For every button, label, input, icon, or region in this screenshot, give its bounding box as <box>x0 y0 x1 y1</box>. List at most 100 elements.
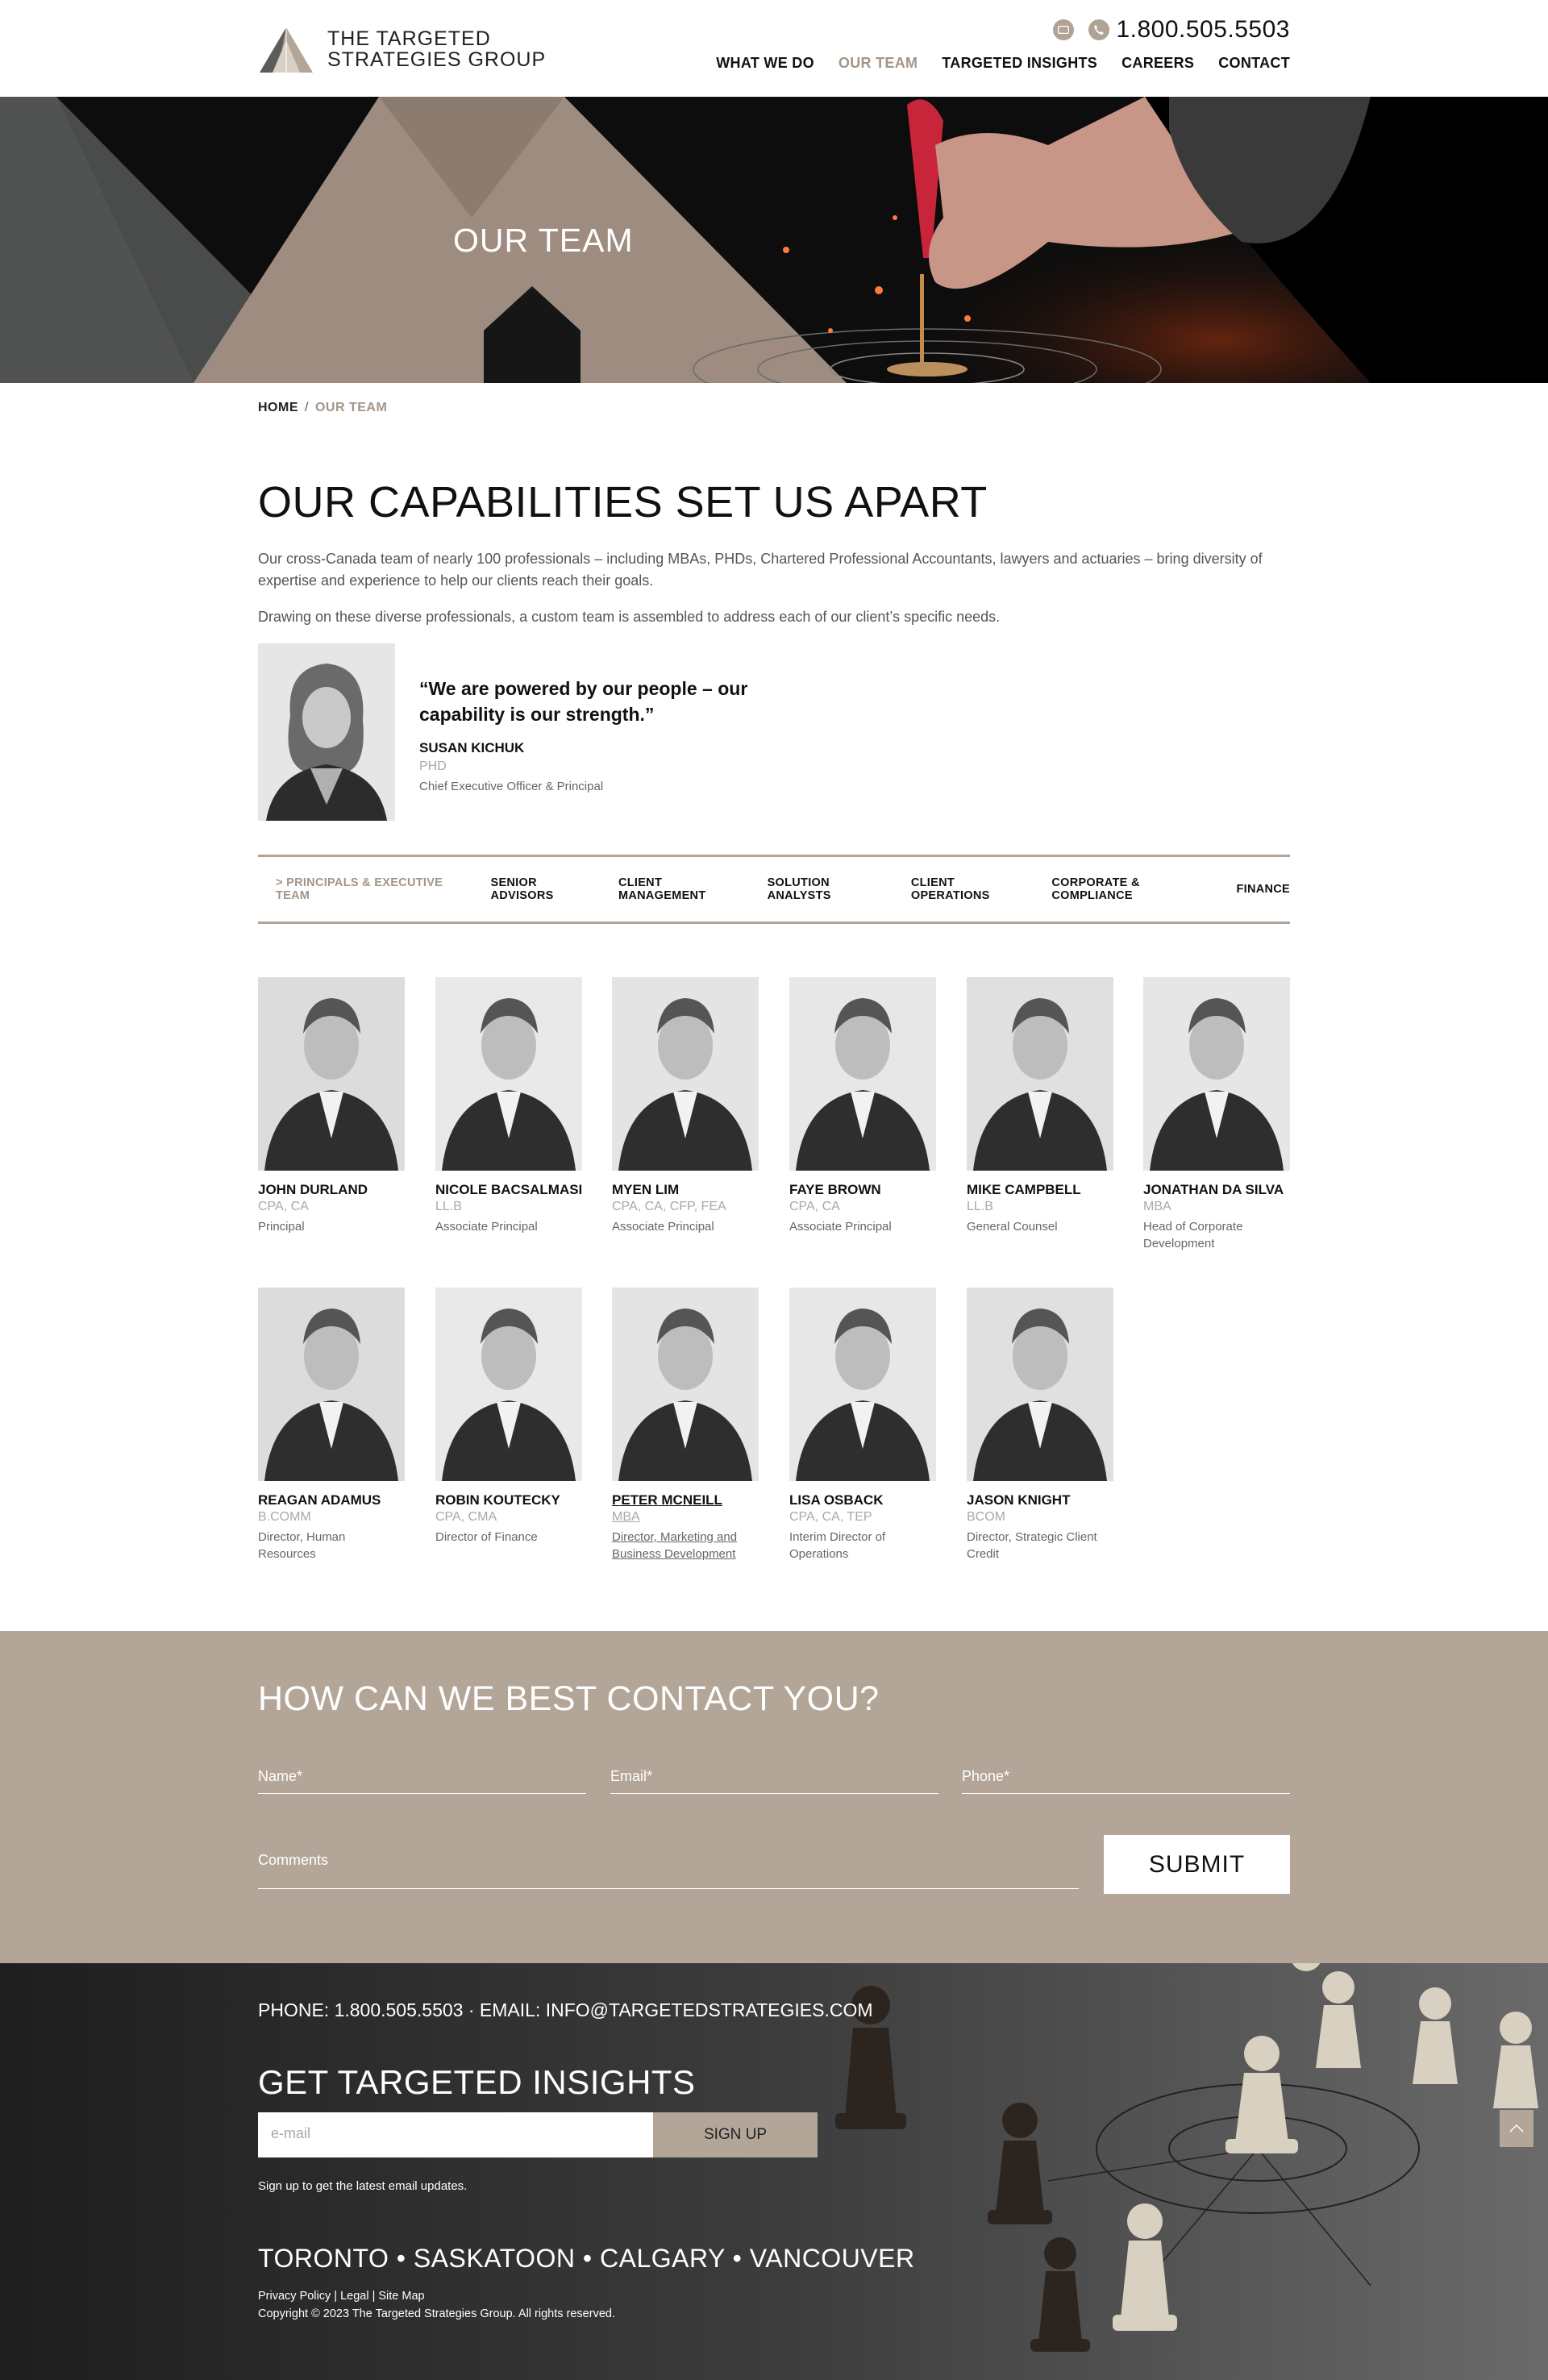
logo-wordmark: THE TARGETED STRATEGIES GROUP <box>327 28 546 70</box>
tab-principals-executive[interactable]: > PRINCIPALS & EXECUTIVE TEAM <box>276 876 468 902</box>
nav-what-we-do[interactable]: WHAT WE DO <box>716 55 814 72</box>
team-member-photo <box>789 1288 936 1481</box>
team-member-title: Principal <box>258 1220 305 1234</box>
nav-contact[interactable]: CONTACT <box>1218 55 1290 72</box>
ceo-name: SUSAN KICHUK <box>419 740 525 755</box>
logo[interactable]: THE TARGETED STRATEGIES GROUP <box>258 26 546 73</box>
site-footer: PHONE: 1.800.505.5503 · EMAIL: INFO@TARG… <box>0 1963 1548 2380</box>
team-member-credentials: CPA, CA <box>258 1200 309 1213</box>
team-member-title: Head of Corporate Development <box>1143 1220 1243 1250</box>
team-member-credentials: CPA, CMA <box>435 1510 497 1524</box>
contact-heading: HOW CAN WE BEST CONTACT YOU? <box>258 1679 880 1718</box>
team-member-photo <box>1143 977 1290 1171</box>
nav-targeted-insights[interactable]: TARGETED INSIGHTS <box>942 55 1097 72</box>
site-map-link[interactable]: Site Map <box>378 2290 424 2303</box>
intro-paragraph-1: Our cross-Canada team of nearly 100 prof… <box>258 551 1263 589</box>
team-member-name: MIKE CAMPBELL <box>967 1182 1081 1197</box>
submit-button[interactable]: SUBMIT <box>1104 1835 1290 1894</box>
tab-client-management[interactable]: CLIENT MANAGEMENT <box>618 876 746 902</box>
team-member-photo <box>258 1288 405 1481</box>
team-member-title: Director, Marketing and Business Develop… <box>612 1530 738 1561</box>
team-member-card[interactable]: MYEN LIM CPA, CA, CFP, FEA Associate Princ… <box>612 977 759 1235</box>
breadcrumb-separator: / <box>305 401 309 414</box>
team-member-name: LISA OSBACK <box>789 1492 884 1508</box>
tab-solution-analysts[interactable]: SOLUTION ANALYSTS <box>768 876 889 902</box>
team-member-card[interactable]: NICOLE BACSALMASI LL.B Associate Principal <box>435 977 582 1235</box>
team-member-credentials: MBA <box>612 1510 640 1524</box>
legal-link[interactable]: Legal <box>340 2290 368 2303</box>
team-member-credentials: B.COMM <box>258 1510 311 1524</box>
team-member-card[interactable]: PETER MCNEILL MBA Director, Marketing and … <box>612 1288 759 1562</box>
team-member-card[interactable]: LISA OSBACK CPA, CA, TEP Interim Director … <box>789 1288 936 1562</box>
email-field[interactable]: Email* <box>610 1768 938 1794</box>
footer-insights-heading: GET TARGETED INSIGHTS <box>258 2063 696 2101</box>
logo-line-2: STRATEGIES GROUP <box>327 48 547 71</box>
team-member-photo <box>967 1288 1113 1481</box>
tab-corporate-compliance[interactable]: CORPORATE & COMPLIANCE <box>1051 876 1214 902</box>
team-member-title: Director of Finance <box>435 1530 538 1544</box>
team-member-name: JONATHAN DA SILVA <box>1143 1182 1284 1197</box>
tab-client-operations[interactable]: CLIENT OPERATIONS <box>911 876 1030 902</box>
breadcrumb-current: OUR TEAM <box>314 401 388 414</box>
page-heading: OUR CAPABILITIES SET US APART <box>258 478 988 526</box>
team-tabs: > PRINCIPALS & EXECUTIVE TEAM SENIOR ADV… <box>258 855 1290 924</box>
team-member-card[interactable]: MIKE CAMPBELL LL.B General Counsel <box>967 977 1113 1235</box>
nav-careers[interactable]: CAREERS <box>1121 55 1194 72</box>
team-member-card[interactable]: JOHN DURLAND CPA, CA Principal <box>258 977 405 1235</box>
hero-title: OUR TEAM <box>453 222 634 259</box>
site-header: THE TARGETED STRATEGIES GROUP 1.800.505.… <box>0 0 1548 97</box>
team-member-card[interactable]: ROBIN KOUTECKY CPA, CMA Director of Financ… <box>435 1288 582 1546</box>
footer-links: Privacy Policy | Legal | Site Map <box>258 2290 425 2303</box>
ceo-quote: “We are powered by our people – our capa… <box>419 678 748 725</box>
team-member-name: JOHN DURLAND <box>258 1182 368 1197</box>
name-field[interactable]: Name* <box>258 1768 586 1794</box>
team-member-title: Associate Principal <box>789 1220 892 1234</box>
team-member-credentials: MBA <box>1143 1200 1171 1213</box>
top-bar: 1.800.505.5503 <box>1053 16 1290 44</box>
team-member-photo <box>435 977 582 1171</box>
team-member-name: ROBIN KOUTECKY <box>435 1492 560 1508</box>
nav-our-team[interactable]: OUR TEAM <box>838 55 918 72</box>
tab-finance[interactable]: FINANCE <box>1236 883 1290 896</box>
team-member-name: REAGAN ADAMUS <box>258 1492 381 1508</box>
privacy-policy-link[interactable]: Privacy Policy <box>258 2290 331 2303</box>
tab-senior-advisors[interactable]: SENIOR ADVISORS <box>490 876 596 902</box>
team-member-credentials: CPA, CA, TEP <box>789 1510 872 1524</box>
signup-button[interactable]: SIGN UP <box>653 2112 818 2157</box>
team-member-name: MYEN LIM <box>612 1182 680 1197</box>
team-member-name: FAYE BROWN <box>789 1182 881 1197</box>
team-member-photo <box>612 1288 759 1481</box>
phone-field[interactable]: Phone* <box>962 1768 1290 1794</box>
breadcrumb-home[interactable]: HOME <box>258 401 298 414</box>
team-member-photo <box>612 977 759 1171</box>
hero-banner: OUR TEAM <box>0 97 1548 383</box>
ceo-title: Chief Executive Officer & Principal <box>419 780 604 793</box>
copyright: Copyright © 2023 The Targeted Strategies… <box>258 2307 615 2320</box>
footer-link-separator: | <box>334 2290 341 2303</box>
team-member-card[interactable]: FAYE BROWN CPA, CA Associate Principal <box>789 977 936 1235</box>
footer-contact-line[interactable]: PHONE: 1.800.505.5503 · EMAIL: INFO@TARG… <box>258 1999 873 2021</box>
team-member-title: General Counsel <box>967 1220 1058 1234</box>
email-icon[interactable] <box>1053 19 1075 40</box>
team-member-credentials: LL.B <box>435 1200 462 1213</box>
team-member-name: NICOLE BACSALMASI <box>435 1182 583 1197</box>
team-member-card[interactable]: JASON KNIGHT BCOM Director, Strategic Clie… <box>967 1288 1113 1562</box>
team-member-credentials: CPA, CA, CFP, FEA <box>612 1200 726 1213</box>
phone-number: 1.800.505.5503 <box>1116 16 1290 43</box>
hero-graphic <box>0 97 1548 383</box>
back-to-top-button[interactable] <box>1500 2110 1533 2147</box>
team-member-photo <box>967 977 1113 1171</box>
newsletter-email-input[interactable]: e-mail <box>258 2112 653 2157</box>
phone-link[interactable]: 1.800.505.5503 <box>1088 16 1290 44</box>
team-member-title: Director, Human Resources <box>258 1530 346 1561</box>
team-member-card[interactable]: JONATHAN DA SILVA MBA Head of Corporate De… <box>1143 977 1290 1252</box>
ceo-photo <box>258 643 395 821</box>
main-nav: WHAT WE DO OUR TEAM TARGETED INSIGHTS CA… <box>716 55 1290 72</box>
chevron-up-icon <box>1509 2124 1524 2132</box>
team-member-card[interactable]: REAGAN ADAMUS B.COMM Director, Human Resou… <box>258 1288 405 1562</box>
comments-field[interactable]: Comments <box>258 1852 1079 1889</box>
team-member-name: JASON KNIGHT <box>967 1492 1071 1508</box>
ceo-credentials: PHD <box>419 759 447 773</box>
logo-triangle-icon <box>260 27 313 73</box>
team-member-credentials: LL.B <box>967 1200 993 1213</box>
